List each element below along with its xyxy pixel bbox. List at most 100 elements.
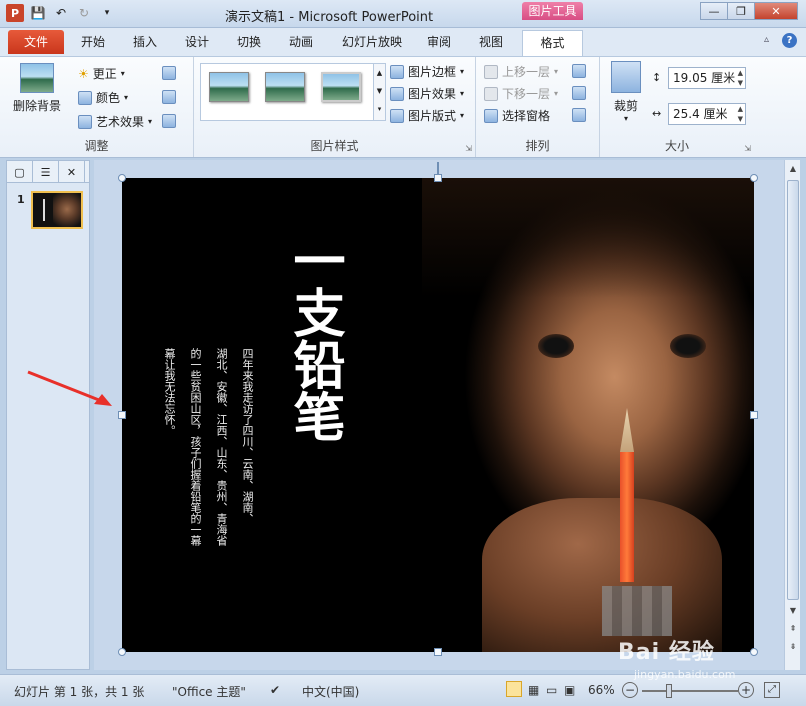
dialog-launcher-icon[interactable]: ⇲: [465, 144, 472, 153]
scroll-thumb[interactable]: [787, 180, 799, 600]
fit-to-window-icon[interactable]: ⤢: [764, 682, 780, 698]
selection-pane-button[interactable]: 选择窗格: [484, 107, 550, 124]
scroll-down-icon[interactable]: ▼: [787, 604, 799, 618]
rotate-icon[interactable]: [572, 108, 586, 122]
zoom-level[interactable]: 66%: [588, 683, 615, 697]
tab-transitions[interactable]: 切换: [228, 28, 270, 56]
restore-button[interactable]: ❐: [727, 2, 755, 20]
rotate-handle[interactable]: [437, 162, 439, 174]
resize-handle-bottom[interactable]: [434, 648, 442, 656]
poem-line: 的一些贫困山区，孩子们握着铅笔的一幕: [189, 348, 202, 546]
color-label: 颜色: [96, 91, 121, 105]
slide-title: 一支铅笔: [284, 234, 345, 442]
outline-tab-icon[interactable]: ☰: [33, 161, 59, 183]
picture-border-button[interactable]: 图片边框 ▾: [390, 63, 464, 80]
crop-button[interactable]: 裁剪 ▾: [608, 61, 644, 123]
tab-home[interactable]: 开始: [72, 28, 114, 56]
width-icon: ↔: [652, 107, 662, 120]
resize-handle-top-right[interactable]: [750, 174, 758, 182]
customize-qat-icon[interactable]: ▾: [98, 4, 116, 22]
resize-handle-top-left[interactable]: [118, 174, 126, 182]
resize-handle-top[interactable]: [434, 174, 442, 182]
ribbon-tabs: 文件 开始 插入 设计 切换 动画 幻灯片放映 审阅 视图 格式 ▵ ?: [0, 28, 806, 57]
slideshow-view-icon[interactable]: ▣: [564, 683, 575, 697]
tab-view[interactable]: 视图: [470, 28, 512, 56]
group-objects-icon[interactable]: [572, 86, 586, 100]
language-status[interactable]: 中文(中国): [302, 683, 359, 700]
slide-sorter-icon[interactable]: ▦: [528, 683, 539, 697]
picture-effects-button[interactable]: 图片效果 ▾: [390, 85, 464, 102]
ribbon: 删除背景 ☀ 更正 ▾ 颜色 ▾ 艺术效果 ▾ 调整 ▲ ▼ ▾ 图片边框 ▾ …: [0, 56, 806, 158]
slide-thumbnail[interactable]: [31, 191, 83, 229]
spell-check-icon[interactable]: ✔: [270, 683, 280, 697]
corrections-label: 更正: [92, 67, 117, 81]
undo-icon[interactable]: ↶: [52, 4, 70, 22]
resize-handle-bottom-right[interactable]: [750, 648, 758, 656]
poem-line: 四年来我走访了四川、云南、湖南、: [241, 348, 254, 524]
height-icon: ↕: [652, 71, 662, 84]
zoom-in-icon[interactable]: +: [738, 682, 754, 698]
resize-handle-left[interactable]: [118, 411, 126, 419]
zoom-slider-thumb[interactable]: [666, 684, 672, 698]
dialog-launcher-icon[interactable]: ⇲: [744, 144, 751, 153]
picture-layout-button[interactable]: 图片版式 ▾: [390, 107, 464, 124]
tab-format[interactable]: 格式: [522, 30, 583, 57]
color-button[interactable]: 颜色 ▾: [78, 89, 128, 106]
crop-icon: [611, 61, 641, 93]
minimize-ribbon-icon[interactable]: ▵: [764, 34, 769, 45]
picture-style-thumb[interactable]: [321, 72, 361, 102]
scroll-up-icon[interactable]: ▲: [787, 162, 799, 176]
reset-picture-icon[interactable]: [162, 114, 176, 128]
powerpoint-app-icon[interactable]: P: [6, 4, 24, 22]
tab-file[interactable]: 文件: [8, 30, 64, 54]
artistic-effects-icon: [78, 114, 92, 129]
close-pane-icon[interactable]: ✕: [59, 161, 85, 183]
crop-label: 裁剪: [613, 99, 638, 113]
resize-handle-bottom-left[interactable]: [118, 648, 126, 656]
picture-style-thumb[interactable]: [265, 72, 305, 102]
spinner-arrows[interactable]: ▲ ▼: [738, 68, 743, 88]
previous-slide-icon[interactable]: ⇞: [787, 622, 799, 636]
minimize-button[interactable]: —: [700, 2, 728, 20]
theme-status[interactable]: "Office 主题": [172, 683, 246, 700]
align-icon[interactable]: [572, 64, 586, 78]
group-adjust: 删除背景 ☀ 更正 ▾ 颜色 ▾ 艺术效果 ▾ 调整: [0, 57, 194, 157]
close-button[interactable]: ✕: [754, 2, 798, 20]
tab-design[interactable]: 设计: [176, 28, 218, 56]
next-slide-icon[interactable]: ⇟: [787, 640, 799, 654]
change-picture-icon[interactable]: [162, 90, 176, 104]
pane-tabs: ▢ ☰ ✕: [7, 161, 89, 183]
dropdown-arrow-icon: ▾: [148, 117, 153, 126]
send-backward-button[interactable]: 下移一层 ▾: [484, 85, 558, 102]
spinner-arrows[interactable]: ▲ ▼: [738, 104, 743, 124]
remove-background-button[interactable]: 删除背景: [12, 63, 62, 114]
vertical-scrollbar[interactable]: ▲ ▼ ⇞ ⇟: [784, 160, 800, 670]
artistic-effects-button[interactable]: 艺术效果 ▾: [78, 113, 152, 130]
slide-canvas[interactable]: 一支铅笔 四年来我走访了四川、云南、湖南、 湖北、安徽、江西、山东、贵州、青海省…: [122, 178, 754, 652]
save-icon[interactable]: 💾: [29, 4, 47, 22]
compress-pictures-icon[interactable]: [162, 66, 176, 80]
tab-insert[interactable]: 插入: [124, 28, 166, 56]
tab-animations[interactable]: 动画: [280, 28, 322, 56]
tab-review[interactable]: 审阅: [418, 28, 460, 56]
group-picture-styles-label: 图片样式: [310, 139, 359, 153]
normal-view-icon[interactable]: [506, 681, 522, 697]
zoom-out-icon[interactable]: −: [622, 682, 638, 698]
redo-icon[interactable]: ↻: [75, 4, 93, 22]
bring-forward-button[interactable]: 上移一层 ▾: [484, 63, 558, 80]
gallery-scroll[interactable]: ▲ ▼ ▾: [373, 64, 385, 120]
width-input[interactable]: 25.4 厘米 ▲ ▼: [668, 103, 746, 125]
corrections-button[interactable]: ☀ 更正 ▾: [78, 65, 125, 82]
reading-view-icon[interactable]: ▭: [546, 683, 557, 697]
picture-style-thumb[interactable]: [209, 72, 249, 102]
slides-tab-icon[interactable]: ▢: [7, 161, 33, 183]
picture-effects-label: 图片效果: [408, 87, 457, 101]
height-input[interactable]: 19.05 厘米 ▲ ▼: [668, 67, 746, 89]
slide-count-status: 幻灯片 第 1 张，共 1 张: [14, 685, 145, 699]
zoom-slider[interactable]: [642, 690, 738, 692]
dropdown-arrow-icon: ▾: [460, 67, 465, 76]
quick-access-toolbar: P 💾 ↶ ↻ ▾: [6, 4, 116, 22]
help-icon[interactable]: ?: [782, 33, 797, 48]
tab-slideshow[interactable]: 幻灯片放映: [334, 28, 410, 56]
resize-handle-right[interactable]: [750, 411, 758, 419]
